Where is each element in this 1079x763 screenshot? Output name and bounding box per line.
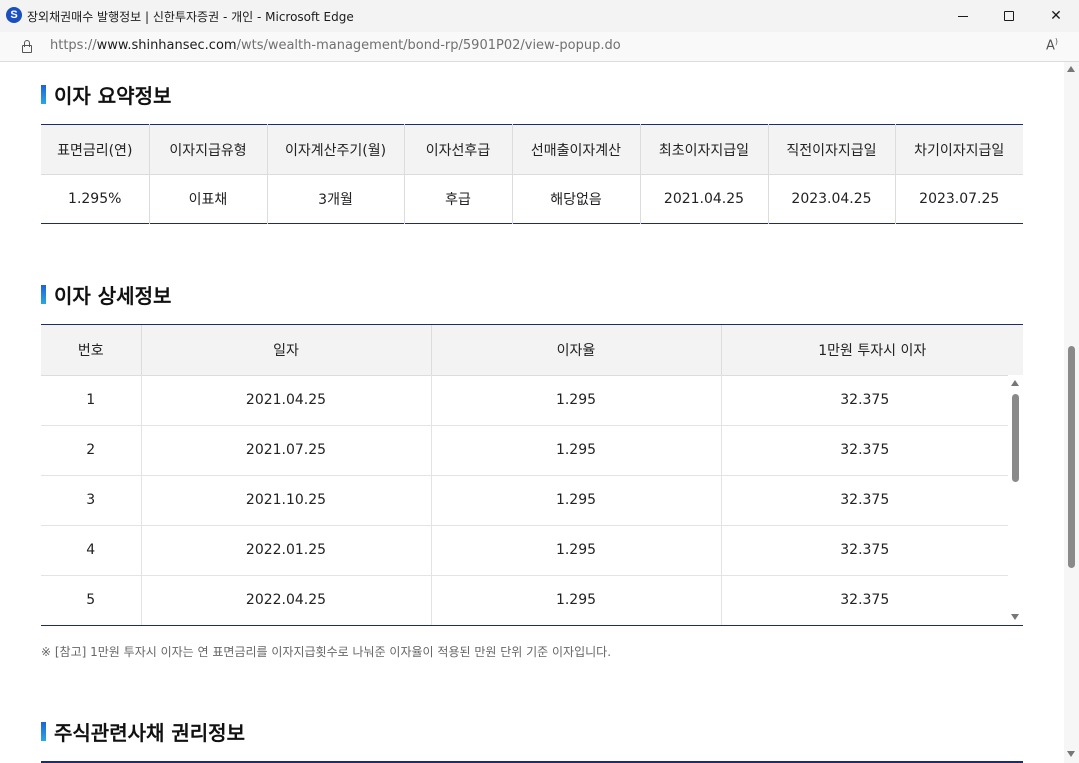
table-cell: 1: [41, 375, 142, 426]
table-cell: 이표채: [149, 174, 268, 224]
maximize-button[interactable]: [986, 0, 1032, 32]
header-cell: 일자: [141, 325, 432, 376]
section-title-interest-summary: 이자 요약정보: [41, 82, 171, 108]
read-aloud-icon[interactable]: A): [1046, 37, 1058, 53]
header-cell: 차기이자지급일: [895, 124, 1023, 175]
table-header-row: 표면금리(연) 이자지급유형 이자계산주기(월) 이자선후급 선매출이자계산 최…: [41, 124, 1023, 175]
table-scrollbar[interactable]: [1008, 375, 1023, 625]
table-cell: 2022.01.25: [141, 525, 432, 576]
section-accent-bar: [41, 84, 46, 104]
table-cell: 1.295%: [41, 174, 150, 224]
header-cell: 최초이자지급일: [640, 124, 769, 175]
table-cell: 2021.10.25: [141, 475, 432, 526]
table-cell: 3개월: [267, 174, 405, 224]
scroll-down-arrow-icon[interactable]: [1011, 614, 1019, 620]
table-cell: 1.295: [431, 525, 722, 576]
table-cell: 2021.04.25: [141, 375, 432, 426]
header-cell: 직전이자지급일: [768, 124, 896, 175]
maximize-icon: [1004, 11, 1014, 21]
window-title: 장외채권매수 발행정보 | 신한투자증권 - 개인 - Microsoft Ed…: [27, 10, 354, 24]
scroll-thumb[interactable]: [1012, 394, 1019, 482]
table-cell: 2023.04.25: [768, 174, 896, 224]
table-cell: 2023.07.25: [919, 191, 1000, 207]
table-row: 1.295% 이표채 3개월 후급 해당없음 2021.04.25 2023.0…: [41, 174, 1023, 224]
header-cell: 선매출이자계산: [512, 124, 641, 175]
table-cell: 후급: [404, 174, 513, 224]
table-cell: 2022.04.25: [141, 575, 432, 625]
header-cell: 이자계산주기(월): [267, 124, 405, 175]
table-cell: 32.375: [721, 375, 1008, 426]
detail-table-body: 1 2021.04.25 1.295 32.375 2 2021.07.25 1.295 32…: [41, 375, 1008, 625]
detail-table-header: 번호 일자 이자율 1만원 투자시 이자: [41, 325, 1023, 376]
table-cell: 3: [41, 475, 142, 526]
url-text[interactable]: https://www.shinhansec.com/wts/wealth-ma…: [50, 38, 621, 53]
scroll-thumb[interactable]: [1068, 346, 1075, 568]
table-cell: 2021.04.25: [640, 174, 769, 224]
table-cell: 1.295: [431, 475, 722, 526]
shinhan-logo-icon: S: [6, 7, 22, 23]
table-cell: 1.295: [431, 575, 722, 625]
lock-icon[interactable]: [21, 39, 33, 53]
table-row: 1 2021.04.25 1.295 32.375: [41, 375, 1008, 426]
section-accent-bar: [41, 284, 46, 304]
page-content: 이자 요약정보 표면금리(연) 이자지급유형 이자계산주기(월) 이자선후급 선…: [0, 62, 1079, 763]
table-cell: 1.295: [431, 425, 722, 476]
table-cell: 1.295: [431, 375, 722, 426]
table-row: 4 2022.01.25 1.295 32.375: [41, 525, 1008, 576]
table-header-row: 번호 일자 이자율 1만원 투자시 이자: [41, 325, 1023, 376]
section-accent-bar: [41, 721, 46, 741]
scroll-up-arrow-icon[interactable]: [1067, 66, 1075, 72]
table-cell: 해당없음: [512, 174, 641, 224]
table-cell: 32.375: [721, 425, 1008, 476]
close-button[interactable]: ✕: [1033, 0, 1079, 32]
header-cell: 이자선후급: [404, 124, 513, 175]
reference-note: ※ [참고] 1만원 투자시 이자는 연 표면금리를 이자지급횟수로 나눠준 이…: [41, 645, 612, 659]
table-cell: 2: [41, 425, 142, 476]
header-cell: 표면금리(연): [41, 124, 150, 175]
address-bar[interactable]: https://www.shinhansec.com/wts/wealth-ma…: [0, 32, 1079, 62]
interest-detail-table: 번호 일자 이자율 1만원 투자시 이자 1 2021.04.25 1.295 32.…: [41, 324, 1023, 626]
table-cell: 32.375: [721, 475, 1008, 526]
section-title-stock-rights: 주식관련사채 권리정보: [41, 719, 245, 745]
header-cell: 이자지급유형: [149, 124, 268, 175]
scroll-down-arrow-icon[interactable]: [1067, 751, 1075, 757]
section-title-interest-detail: 이자 상세정보: [41, 282, 171, 308]
header-cell: 1만원 투자시 이자: [721, 325, 1023, 376]
minimize-icon: [958, 15, 968, 17]
scroll-up-arrow-icon[interactable]: [1011, 380, 1019, 386]
table-cell: 32.375: [721, 525, 1008, 576]
header-cell: 이자율: [431, 325, 722, 376]
table-row: 5 2022.04.25 1.295 32.375: [41, 575, 1008, 625]
close-icon: ✕: [1050, 8, 1062, 24]
interest-summary-table: 표면금리(연) 이자지급유형 이자계산주기(월) 이자선후급 선매출이자계산 최…: [41, 124, 1023, 224]
window-titlebar: S 장외채권매수 발행정보 | 신한투자증권 - 개인 - Microsoft …: [0, 0, 1079, 32]
minimize-button[interactable]: [940, 0, 986, 32]
table-cell: 5: [41, 575, 142, 625]
header-cell: 번호: [41, 325, 142, 376]
table-row: 3 2021.10.25 1.295 32.375: [41, 475, 1008, 526]
table-row: 2 2021.07.25 1.295 32.375: [41, 425, 1008, 476]
table-cell: 2021.07.25: [141, 425, 432, 476]
table-cell: 32.375: [840, 592, 890, 609]
table-cell: 4: [41, 525, 142, 576]
page-scrollbar[interactable]: [1064, 62, 1079, 763]
